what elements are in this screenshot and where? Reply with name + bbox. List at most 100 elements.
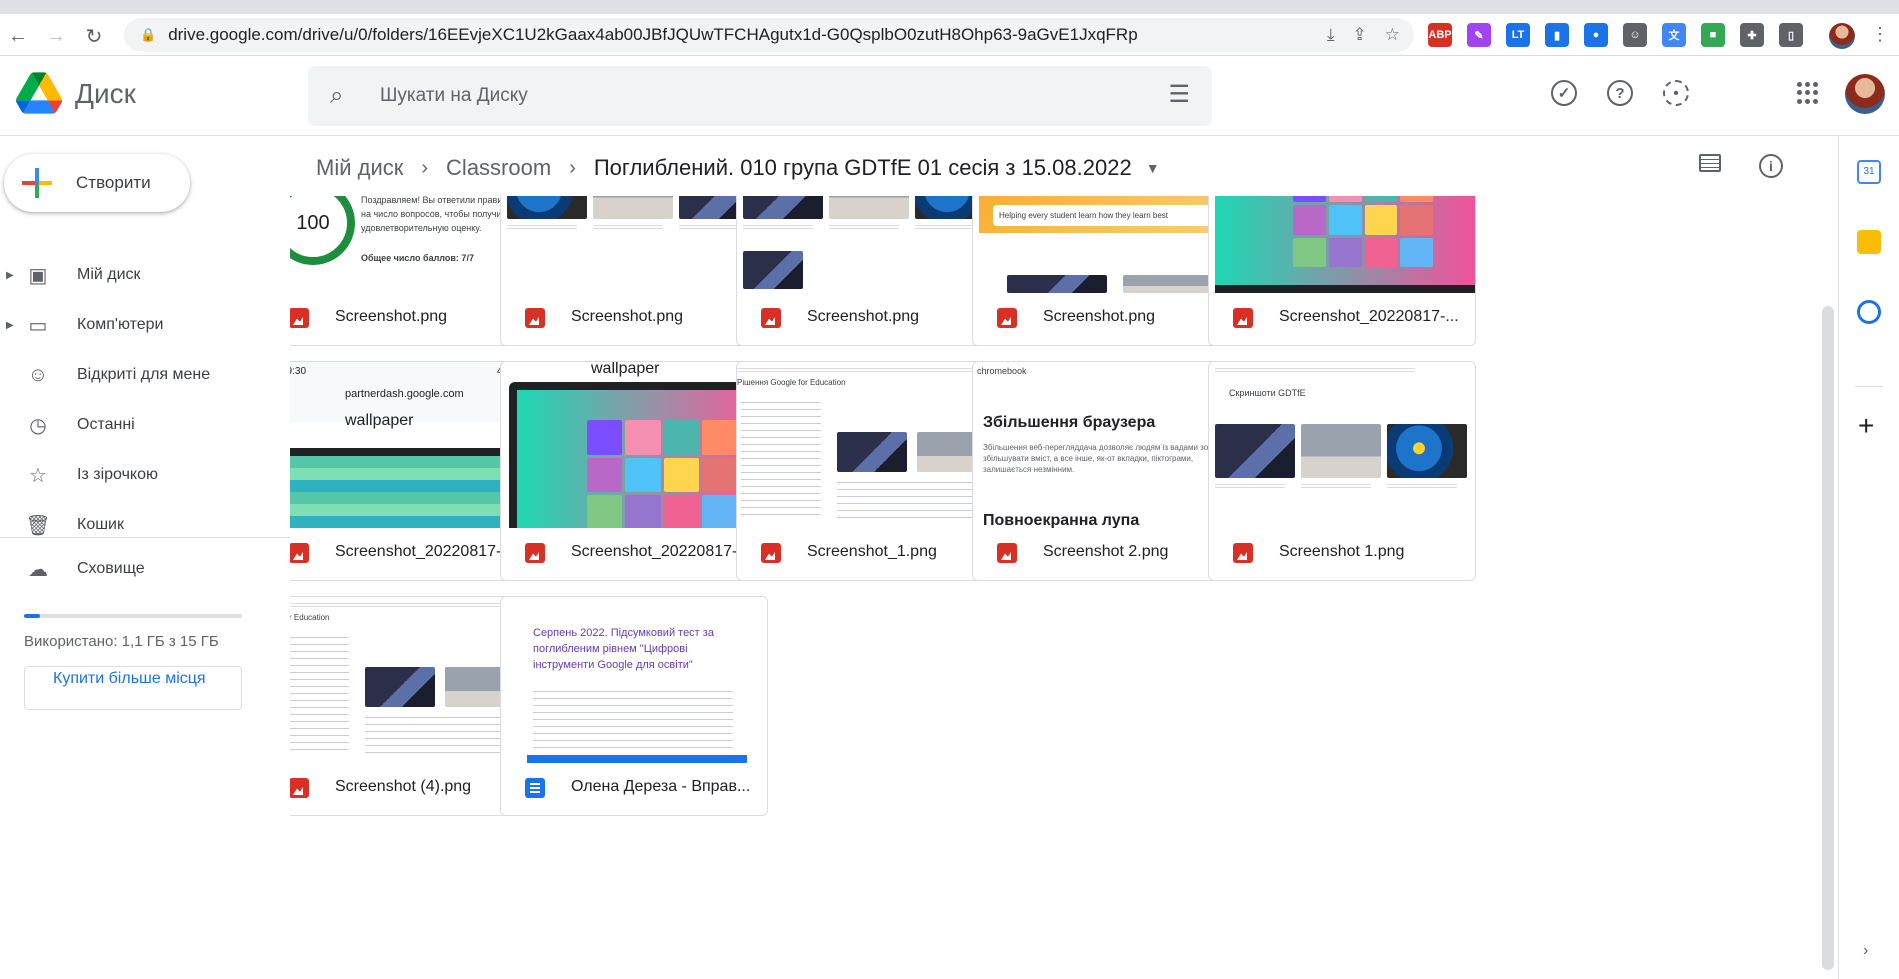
lock-icon: 🔒: [140, 27, 157, 42]
offline-status-icon[interactable]: ✓: [1551, 80, 1577, 106]
extension-record-icon[interactable]: ●: [1584, 23, 1608, 47]
settings-gear-icon[interactable]: •: [1663, 80, 1689, 106]
help-icon[interactable]: ?: [1607, 80, 1633, 106]
file-thumbnail[interactable]: chromebook Збільшення браузера Збільшення …: [973, 362, 1239, 528]
form-body-lines: [533, 691, 733, 753]
file-name: Screenshot.png: [807, 308, 920, 325]
folder-menu-caret-icon[interactable]: ▼: [1146, 160, 1160, 176]
file-card[interactable]: Серпень 2022. Підсумковий тест за поглиб…: [500, 596, 768, 816]
reload-icon[interactable]: ↻: [80, 22, 108, 50]
calendar-icon[interactable]: 31: [1857, 160, 1881, 184]
account-avatar[interactable]: [1845, 74, 1885, 114]
info-icon[interactable]: i: [1759, 154, 1783, 178]
file-card[interactable]: 09:3045%partnerdash.google.comwallpaperS…: [290, 361, 532, 581]
file-card[interactable]: chromebook Збільшення браузера Збільшення …: [972, 361, 1240, 581]
file-thumbnail[interactable]: Рішення Google for Education: [737, 362, 1003, 528]
extension-contact-icon[interactable]: ☺: [1623, 23, 1647, 47]
file-meta: Screenshot 1.png: [1209, 526, 1475, 580]
image-file-icon: [1233, 543, 1253, 563]
chevron-right-icon[interactable]: ›: [1863, 942, 1868, 960]
image-file-icon: [290, 778, 309, 798]
file-thumbnail[interactable]: Unit 1 Review100Тест — тест пройденПоздр…: [290, 196, 531, 293]
file-thumbnail[interactable]: ogle for Education: [290, 597, 531, 763]
new-button[interactable]: Створити: [4, 154, 190, 212]
file-card[interactable]: Screenshot.png: [736, 196, 1004, 346]
keep-icon[interactable]: [1857, 230, 1881, 254]
forward-icon[interactable]: →: [42, 22, 70, 50]
star-icon: ☆: [29, 464, 47, 487]
file-thumbnail[interactable]: Допомога кожному здобувачу вищої освітиC…: [973, 196, 1239, 293]
sidebar-item-label: Останні: [77, 416, 135, 433]
file-card[interactable]: Screenshot_20220817-...: [1208, 196, 1476, 346]
tasks-icon[interactable]: [1857, 300, 1881, 324]
url-text[interactable]: drive.google.com/drive/u/0/folders/16EEv…: [168, 25, 1137, 45]
file-thumbnail[interactable]: 09:3045%partnerdash.google.comwallpaper: [290, 362, 531, 528]
extension-palette-icon[interactable]: ■: [1701, 23, 1725, 47]
thumb-image: [829, 196, 909, 219]
storage-usage-text: Використано: 1,1 ГБ з 15 ГБ: [24, 633, 219, 650]
file-thumbnail[interactable]: [501, 196, 767, 293]
file-name: Screenshot (4).png: [335, 778, 472, 795]
share-icon[interactable]: ⇪: [1353, 25, 1367, 45]
file-thumbnail[interactable]: [737, 196, 1003, 293]
file-thumbnail[interactable]: [1209, 196, 1475, 293]
back-icon[interactable]: ←: [4, 22, 32, 50]
forms-file-icon: [525, 778, 545, 798]
extension-pen-icon[interactable]: ✎: [1467, 23, 1491, 47]
file-thumbnail[interactable]: wallpaper: [501, 362, 767, 528]
sidebar-item-clock[interactable]: ◷ Останні: [0, 400, 290, 450]
sidebar-item-star[interactable]: ☆ Із зірочкою: [0, 450, 290, 500]
file-card[interactable]: Допомога кожному здобувачу вищої освітиC…: [972, 196, 1240, 346]
browser-menu-icon[interactable]: ⋮: [1871, 24, 1889, 45]
search-options-icon[interactable]: ☰: [1168, 80, 1190, 109]
breadcrumb-my-drive[interactable]: Мій диск: [316, 155, 403, 181]
scrollbar-thumb[interactable]: [1822, 306, 1834, 970]
sidebar-item-shared[interactable]: ☺ Відкриті для мене: [0, 350, 290, 400]
address-bar[interactable]: 🔒 drive.google.com/drive/u/0/folders/16E…: [124, 18, 1414, 52]
sidebar: Створити ▶ ▣ Мій диск ▶ ▭ Комп'ютери ☺ Відкриті…: [0, 136, 290, 979]
sidebar-item-drive[interactable]: ▶ ▣ Мій диск: [0, 250, 290, 300]
breadcrumb-classroom[interactable]: Classroom: [446, 155, 551, 181]
sidebar-item-label: Із зірочкою: [77, 466, 158, 483]
thumb-caption-lines: [1215, 484, 1285, 490]
extension-sidepanel-icon[interactable]: ▯: [1779, 23, 1803, 47]
file-thumbnail[interactable]: Скриншоти GDTfE: [1209, 362, 1475, 528]
breadcrumb-current-folder[interactable]: Поглиблений. 010 група GDTfE 01 сесія з …: [594, 155, 1132, 181]
file-name: Screenshot.png: [1043, 308, 1156, 325]
file-card[interactable]: ogle for Education Screenshot (4).png: [290, 596, 532, 816]
search-icon[interactable]: ⌕: [330, 82, 343, 110]
file-card[interactable]: Screenshot.png: [500, 196, 768, 346]
install-icon[interactable]: ⤓: [1327, 25, 1335, 45]
thumb-image: [1387, 424, 1467, 478]
extension-translate-icon[interactable]: 文: [1662, 23, 1686, 47]
bookmark-star-icon[interactable]: ☆: [1385, 25, 1400, 45]
list-view-icon[interactable]: [1699, 154, 1721, 172]
expand-caret-icon[interactable]: ▶: [6, 270, 14, 281]
extension-puzzle-icon[interactable]: ✚: [1740, 23, 1764, 47]
extension-abp-icon[interactable]: ABP: [1428, 23, 1452, 47]
sidebar-item-storage[interactable]: ☁ Сховище: [0, 544, 290, 594]
expand-caret-icon[interactable]: ▶: [6, 320, 14, 331]
drive-header: Диск ⌕ ☰ ✓ ? •: [0, 56, 1899, 136]
app-name[interactable]: Диск: [75, 78, 136, 110]
file-thumbnail[interactable]: Серпень 2022. Підсумковий тест за поглиб…: [501, 597, 767, 763]
file-card[interactable]: Скриншоти GDTfE Screenshot 1.png: [1208, 361, 1476, 581]
file-card[interactable]: wallpaper Screenshot_20220817-...: [500, 361, 768, 581]
browser-profile-avatar[interactable]: [1829, 23, 1855, 49]
sidebar-item-computer[interactable]: ▶ ▭ Комп'ютери: [0, 300, 290, 350]
file-name: Screenshot.png: [335, 308, 448, 325]
file-card[interactable]: Unit 1 Review100Тест — тест пройденПоздр…: [290, 196, 532, 346]
file-meta: Олена Дереза - Вправ...: [501, 761, 767, 815]
site-title: ogle for Education: [290, 613, 330, 622]
sidebar-item-trash[interactable]: 🗑 Кошик: [0, 500, 290, 550]
file-name: Screenshot.png: [571, 308, 684, 325]
drive-logo-icon[interactable]: [16, 72, 62, 114]
file-card[interactable]: Рішення Google for Education Screenshot_1…: [736, 361, 1004, 581]
image-file-icon: [290, 543, 309, 563]
add-addon-icon[interactable]: +: [1858, 410, 1874, 442]
extension-lt-icon[interactable]: LT: [1506, 23, 1530, 47]
search-input[interactable]: [380, 80, 1120, 112]
extension-screencast-icon[interactable]: ▮: [1545, 23, 1569, 47]
buy-storage-button[interactable]: Купити більше місця: [24, 666, 242, 710]
google-apps-icon[interactable]: [1797, 82, 1819, 104]
